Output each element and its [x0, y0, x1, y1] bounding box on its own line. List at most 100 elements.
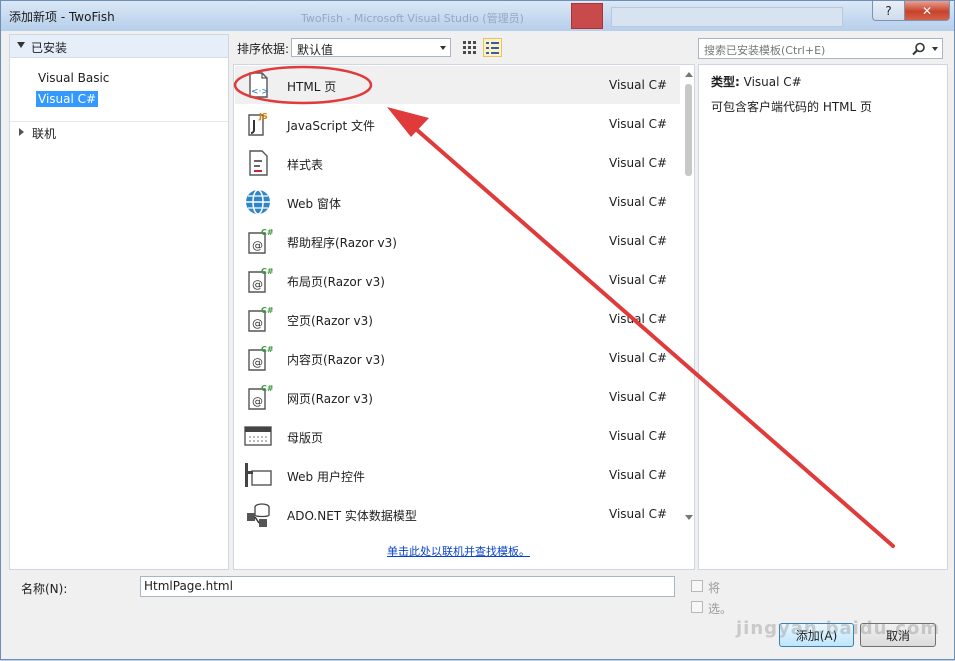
- template-name: 帮助程序(Razor v3): [287, 236, 397, 250]
- svg-text:JS: JS: [258, 112, 268, 121]
- template-name: 布局页(Razor v3): [287, 275, 385, 289]
- title-bar: 添加新项 - TwoFish TwoFish - Microsoft Visua…: [1, 1, 954, 31]
- template-row[interactable]: <·> HTML 页 Visual C#: [235, 66, 680, 104]
- svg-text:<·>: <·>: [251, 87, 269, 97]
- type-line: 类型: Visual C#: [711, 73, 802, 90]
- template-row[interactable]: ADO.NET 实体数据模型 Visual C#: [235, 495, 680, 533]
- template-language: Visual C#: [609, 234, 668, 248]
- template-language: Visual C#: [609, 78, 668, 92]
- list-view-button[interactable]: [483, 38, 502, 57]
- find-templates-online-link[interactable]: 单击此处以联机并查找模板。: [387, 543, 530, 559]
- razor-page-icon: @ C#: [243, 265, 274, 295]
- svg-text:@: @: [252, 356, 263, 369]
- template-name: JavaScript 文件: [287, 119, 375, 133]
- help-button[interactable]: ?: [872, 1, 905, 21]
- name-input[interactable]: [144, 579, 664, 593]
- template-row[interactable]: @ C# 内容页(Razor v3) Visual C#: [235, 339, 680, 377]
- installed-header[interactable]: 已安装: [10, 35, 228, 58]
- search-icon[interactable]: [912, 42, 926, 56]
- svg-text:C#: C#: [261, 384, 273, 393]
- watermark: jingyan.baidu.com: [736, 618, 941, 639]
- name-field[interactable]: [140, 576, 675, 597]
- template-name: Web 用户控件: [287, 470, 365, 484]
- sort-label: 排序依据:: [237, 42, 290, 56]
- javascript-file-icon: JS: [243, 109, 273, 139]
- template-description: 可包含客户端代码的 HTML 页: [711, 100, 873, 114]
- svg-text:@: @: [252, 317, 263, 330]
- template-name: 母版页: [287, 431, 324, 445]
- chevron-down-icon: [440, 46, 446, 50]
- master-page-icon: [243, 421, 273, 451]
- type-value: Visual C#: [743, 75, 802, 89]
- razor-page-icon: @ C#: [243, 382, 274, 412]
- category-tree: 已安装 Visual Basic Visual C# 联机: [9, 34, 229, 570]
- template-row[interactable]: Web 用户控件 Visual C#: [235, 456, 680, 494]
- type-label: 类型:: [711, 75, 740, 89]
- grid-view-button[interactable]: [460, 38, 479, 57]
- template-language: Visual C#: [609, 429, 668, 443]
- template-details: 类型: Visual C# 可包含客户端代码的 HTML 页: [698, 64, 948, 570]
- template-language: Visual C#: [609, 195, 668, 209]
- template-row[interactable]: JS JavaScript 文件 Visual C#: [235, 105, 680, 143]
- template-language: Visual C#: [609, 273, 668, 287]
- svg-text:@: @: [252, 278, 263, 291]
- stylesheet-icon: [243, 148, 273, 178]
- online-node[interactable]: 联机: [10, 121, 228, 142]
- razor-page-icon: @ C#: [243, 304, 274, 334]
- template-row[interactable]: @ C# 布局页(Razor v3) Visual C#: [235, 261, 680, 299]
- expand-arrow-icon[interactable]: [19, 128, 24, 136]
- template-name: 网页(Razor v3): [287, 392, 373, 406]
- search-options-chevron-icon[interactable]: [932, 47, 938, 51]
- list-view-icon: [486, 42, 499, 54]
- template-name: 空页(Razor v3): [287, 314, 373, 328]
- svg-text:C#: C#: [261, 306, 273, 315]
- template-name: 内容页(Razor v3): [287, 353, 385, 367]
- template-row[interactable]: 样式表 Visual C#: [235, 144, 680, 182]
- sort-dropdown[interactable]: 默认值: [291, 38, 451, 57]
- entity-model-icon: [243, 499, 273, 529]
- template-row[interactable]: @ C# 网页(Razor v3) Visual C#: [235, 378, 680, 416]
- background-window-quick-launch: [611, 7, 843, 27]
- svg-text:@: @: [252, 239, 263, 252]
- vertical-scrollbar[interactable]: [682, 66, 694, 526]
- scroll-down-arrow-icon[interactable]: [685, 515, 693, 520]
- razor-page-icon: @ C#: [243, 343, 274, 373]
- scroll-up-arrow-icon[interactable]: [685, 72, 693, 77]
- template-language: Visual C#: [609, 390, 668, 404]
- template-name: Web 窗体: [287, 197, 341, 211]
- option2-checkbox[interactable]: [691, 601, 703, 613]
- template-row[interactable]: @ C# 帮助程序(Razor v3) Visual C#: [235, 222, 680, 260]
- template-language: Visual C#: [609, 351, 668, 365]
- template-list: <·> HTML 页 Visual C# JS JavaScript 文件 Visual …: [233, 64, 695, 570]
- close-button[interactable]: ✕: [904, 1, 950, 21]
- search-box[interactable]: 搜索已安装模板(Ctrl+E): [698, 38, 943, 59]
- installed-label: 已安装: [31, 41, 68, 55]
- sort-value: 默认值: [297, 43, 334, 57]
- template-row[interactable]: 母版页 Visual C#: [235, 417, 680, 455]
- background-window-title: TwoFish - Microsoft Visual Studio (管理员): [301, 12, 524, 25]
- collapse-arrow-icon[interactable]: [17, 42, 25, 48]
- template-language: Visual C#: [609, 312, 668, 326]
- html-page-icon: <·>: [243, 70, 273, 100]
- tree-item-visual-basic[interactable]: Visual Basic: [36, 70, 111, 86]
- template-name: ADO.NET 实体数据模型: [287, 509, 417, 523]
- name-label: 名称(N):: [21, 582, 68, 596]
- template-language: Visual C#: [609, 117, 668, 131]
- svg-text:C#: C#: [261, 267, 273, 276]
- online-label: 联机: [32, 127, 57, 141]
- tree-item-visual-csharp[interactable]: Visual C#: [36, 91, 99, 107]
- grid-view-icon: [463, 41, 476, 54]
- svg-text:C#: C#: [261, 228, 273, 237]
- scroll-thumb[interactable]: [685, 84, 692, 176]
- web-form-globe-icon: [243, 187, 273, 217]
- option1-checkbox[interactable]: [691, 580, 703, 592]
- background-window-flag-icon: [571, 3, 603, 29]
- template-row[interactable]: @ C# 空页(Razor v3) Visual C#: [235, 300, 680, 338]
- template-name: 样式表: [287, 158, 324, 172]
- close-icon: ✕: [921, 3, 933, 18]
- option2-label: 选。: [708, 602, 733, 616]
- svg-text:@: @: [252, 395, 263, 408]
- template-row[interactable]: Web 窗体 Visual C#: [235, 183, 680, 221]
- help-icon: ?: [885, 3, 892, 18]
- search-placeholder: 搜索已安装模板(Ctrl+E): [704, 44, 826, 57]
